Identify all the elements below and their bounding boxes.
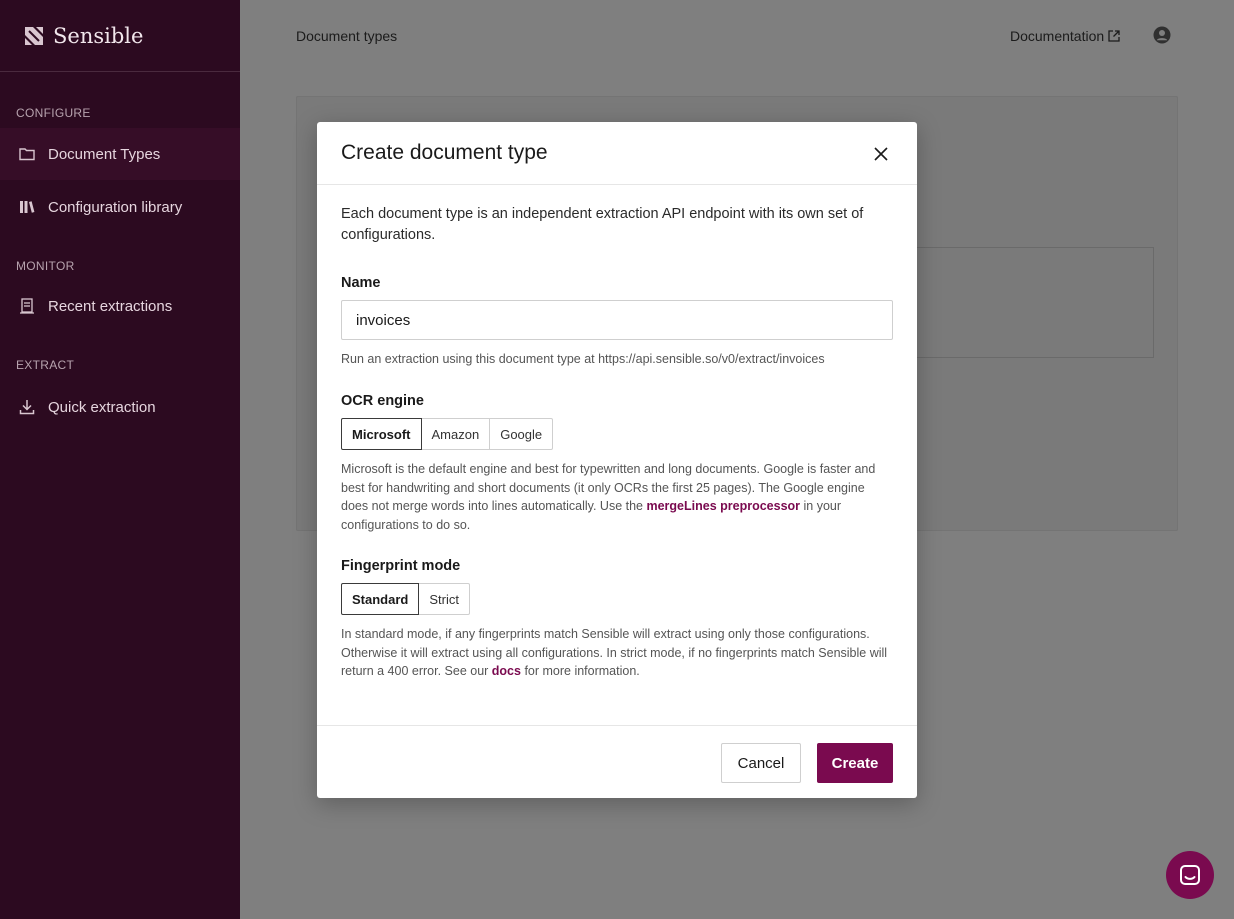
fingerprint-mode-label: Fingerprint mode bbox=[341, 558, 461, 574]
close-button[interactable] bbox=[869, 142, 893, 166]
fingerprint-mode-hint: In standard mode, if any fingerprints ma… bbox=[341, 625, 893, 681]
sidebar-item-document-types[interactable]: Document Types bbox=[0, 128, 240, 180]
name-hint: Run an extraction using this document ty… bbox=[341, 352, 825, 366]
page-title: Document types bbox=[296, 28, 398, 44]
background-panel bbox=[898, 247, 1154, 358]
ocr-option-amazon[interactable]: Amazon bbox=[420, 418, 491, 450]
documentation-label: Documentation bbox=[1010, 28, 1105, 44]
download-icon bbox=[19, 400, 35, 415]
dialog-intro: Each document type is an independent ext… bbox=[341, 206, 864, 243]
ocr-engine-hint: Microsoft is the default engine and best… bbox=[341, 460, 893, 534]
sidebar-item-label: Configuration library bbox=[48, 198, 183, 216]
document-stack-icon bbox=[20, 298, 34, 314]
dialog-footer: Cancel Create bbox=[317, 725, 917, 798]
fingerprint-mode-selector: Standard Strict bbox=[341, 583, 470, 615]
dialog-body: Each document type is an independent ext… bbox=[341, 204, 893, 678]
fingerprint-option-strict[interactable]: Strict bbox=[418, 583, 470, 615]
create-document-type-dialog: Create document type Each document type … bbox=[317, 122, 917, 798]
external-link-icon bbox=[1108, 30, 1120, 42]
brand[interactable]: Sensible bbox=[0, 0, 240, 72]
chat-icon bbox=[1180, 865, 1200, 885]
folder-icon bbox=[19, 148, 35, 161]
ocr-option-google[interactable]: Google bbox=[489, 418, 554, 450]
fingerprint-hint-text-end: for more information. bbox=[520, 664, 640, 678]
close-icon bbox=[874, 147, 888, 161]
brand-name: Sensible bbox=[53, 23, 144, 48]
docs-link[interactable]: docs bbox=[492, 664, 521, 678]
name-label: Name bbox=[341, 275, 381, 291]
ocr-option-microsoft[interactable]: Microsoft bbox=[341, 418, 422, 450]
section-monitor: MONITOR bbox=[16, 259, 75, 273]
sidebar-item-configuration-library[interactable]: Configuration library bbox=[0, 181, 240, 233]
merge-lines-link[interactable]: mergeLines preprocessor bbox=[646, 499, 800, 513]
create-button[interactable]: Create bbox=[817, 743, 893, 783]
name-input[interactable] bbox=[341, 300, 893, 340]
user-account-icon[interactable] bbox=[1153, 26, 1171, 44]
documentation-link[interactable]: Documentation bbox=[1010, 28, 1121, 44]
fingerprint-option-standard[interactable]: Standard bbox=[341, 583, 420, 615]
ocr-engine-selector: Microsoft Amazon Google bbox=[341, 418, 554, 450]
sidebar-item-recent-extractions[interactable]: Recent extractions bbox=[0, 280, 240, 332]
sensible-logo-icon bbox=[25, 26, 43, 45]
cancel-button[interactable]: Cancel bbox=[721, 743, 801, 783]
ocr-engine-label: OCR engine bbox=[341, 393, 424, 409]
section-extract: EXTRACT bbox=[16, 358, 75, 372]
dialog-header: Create document type bbox=[317, 122, 917, 185]
dialog-title: Create document type bbox=[341, 141, 548, 164]
library-icon bbox=[20, 201, 35, 213]
section-configure: CONFIGURE bbox=[16, 106, 91, 120]
sidebar-item-label: Quick extraction bbox=[48, 398, 156, 416]
chat-launcher-button[interactable] bbox=[1166, 851, 1214, 899]
sidebar-item-label: Recent extractions bbox=[48, 297, 173, 315]
sidebar-item-quick-extraction[interactable]: Quick extraction bbox=[0, 381, 240, 433]
sidebar-item-label: Document Types bbox=[48, 145, 161, 163]
sidebar: Sensible CONFIGURE Document Types Config… bbox=[0, 0, 240, 919]
